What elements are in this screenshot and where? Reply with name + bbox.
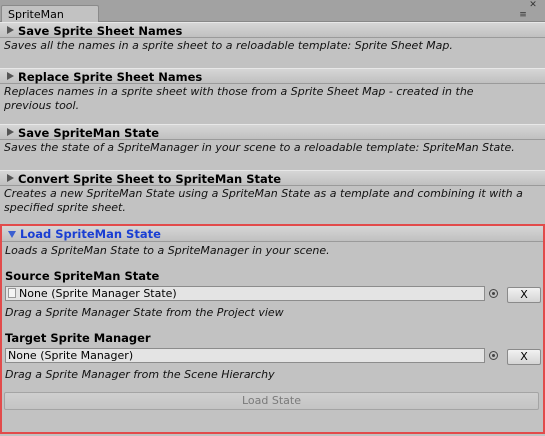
expand-arrow-icon (7, 174, 14, 182)
tab-strip: SpriteMan ✕ ≡ (0, 0, 545, 22)
menu-icon[interactable]: ≡ (517, 10, 529, 20)
object-picker-icon[interactable] (489, 289, 498, 298)
load-state-button[interactable]: Load State (4, 392, 539, 410)
spriteman-window: SpriteMan ✕ ≡ Save Sprite Sheet Names Sa… (0, 0, 545, 436)
source-hint: Drag a Sprite Manager State from the Pro… (5, 306, 284, 319)
target-object-value: None (Sprite Manager) (8, 349, 134, 362)
clear-source-button[interactable]: X (507, 287, 541, 303)
section-convert-sprite-sheet[interactable]: Convert Sprite Sheet to SpriteMan State (0, 170, 545, 186)
section-load-spriteman-state: Load SpriteMan State Loads a SpriteMan S… (0, 224, 545, 434)
section-save-sprite-sheet-names[interactable]: Save Sprite Sheet Names (0, 22, 545, 38)
target-label: Target Sprite Manager (5, 331, 151, 345)
section-title: Load SpriteMan State (20, 227, 161, 241)
tab-spriteman[interactable]: SpriteMan (1, 5, 99, 22)
section-header-load-spriteman-state[interactable]: Load SpriteMan State (2, 226, 543, 242)
source-object-value: None (Sprite Manager State) (19, 287, 177, 300)
source-object-field[interactable]: None (Sprite Manager State) (5, 286, 485, 301)
expand-arrow-icon (7, 72, 14, 80)
section-title: Convert Sprite Sheet to SpriteMan State (18, 172, 282, 186)
target-object-field[interactable]: None (Sprite Manager) (5, 348, 485, 363)
section-save-spriteman-state[interactable]: Save SpriteMan State (0, 124, 545, 140)
section-description: Saves the state of a SpriteManager in yo… (4, 141, 515, 154)
target-hint: Drag a Sprite Manager from the Scene Hie… (5, 368, 275, 381)
clear-target-button[interactable]: X (507, 349, 541, 365)
section-description-line1: Creates a new SpriteMan State using a Sp… (4, 187, 523, 200)
source-label: Source SpriteMan State (5, 269, 160, 283)
expand-arrow-icon (7, 26, 14, 34)
section-title: Replace Sprite Sheet Names (18, 70, 203, 84)
section-description: Loads a SpriteMan State to a SpriteManag… (5, 244, 330, 257)
section-description-line2: previous tool. (4, 99, 80, 112)
section-replace-sprite-sheet-names[interactable]: Replace Sprite Sheet Names (0, 68, 545, 84)
section-description-line1: Replaces names in a sprite sheet with th… (4, 85, 474, 98)
document-icon (8, 288, 16, 298)
section-description: Saves all the names in a sprite sheet to… (4, 39, 453, 52)
expand-arrow-icon (7, 128, 14, 136)
section-title: Save SpriteMan State (18, 126, 159, 140)
object-picker-icon[interactable] (489, 351, 498, 360)
close-icon[interactable]: ✕ (527, 0, 539, 10)
collapse-arrow-icon (8, 231, 16, 238)
section-description-line2: specified sprite sheet. (4, 201, 126, 214)
section-title: Save Sprite Sheet Names (18, 24, 183, 38)
